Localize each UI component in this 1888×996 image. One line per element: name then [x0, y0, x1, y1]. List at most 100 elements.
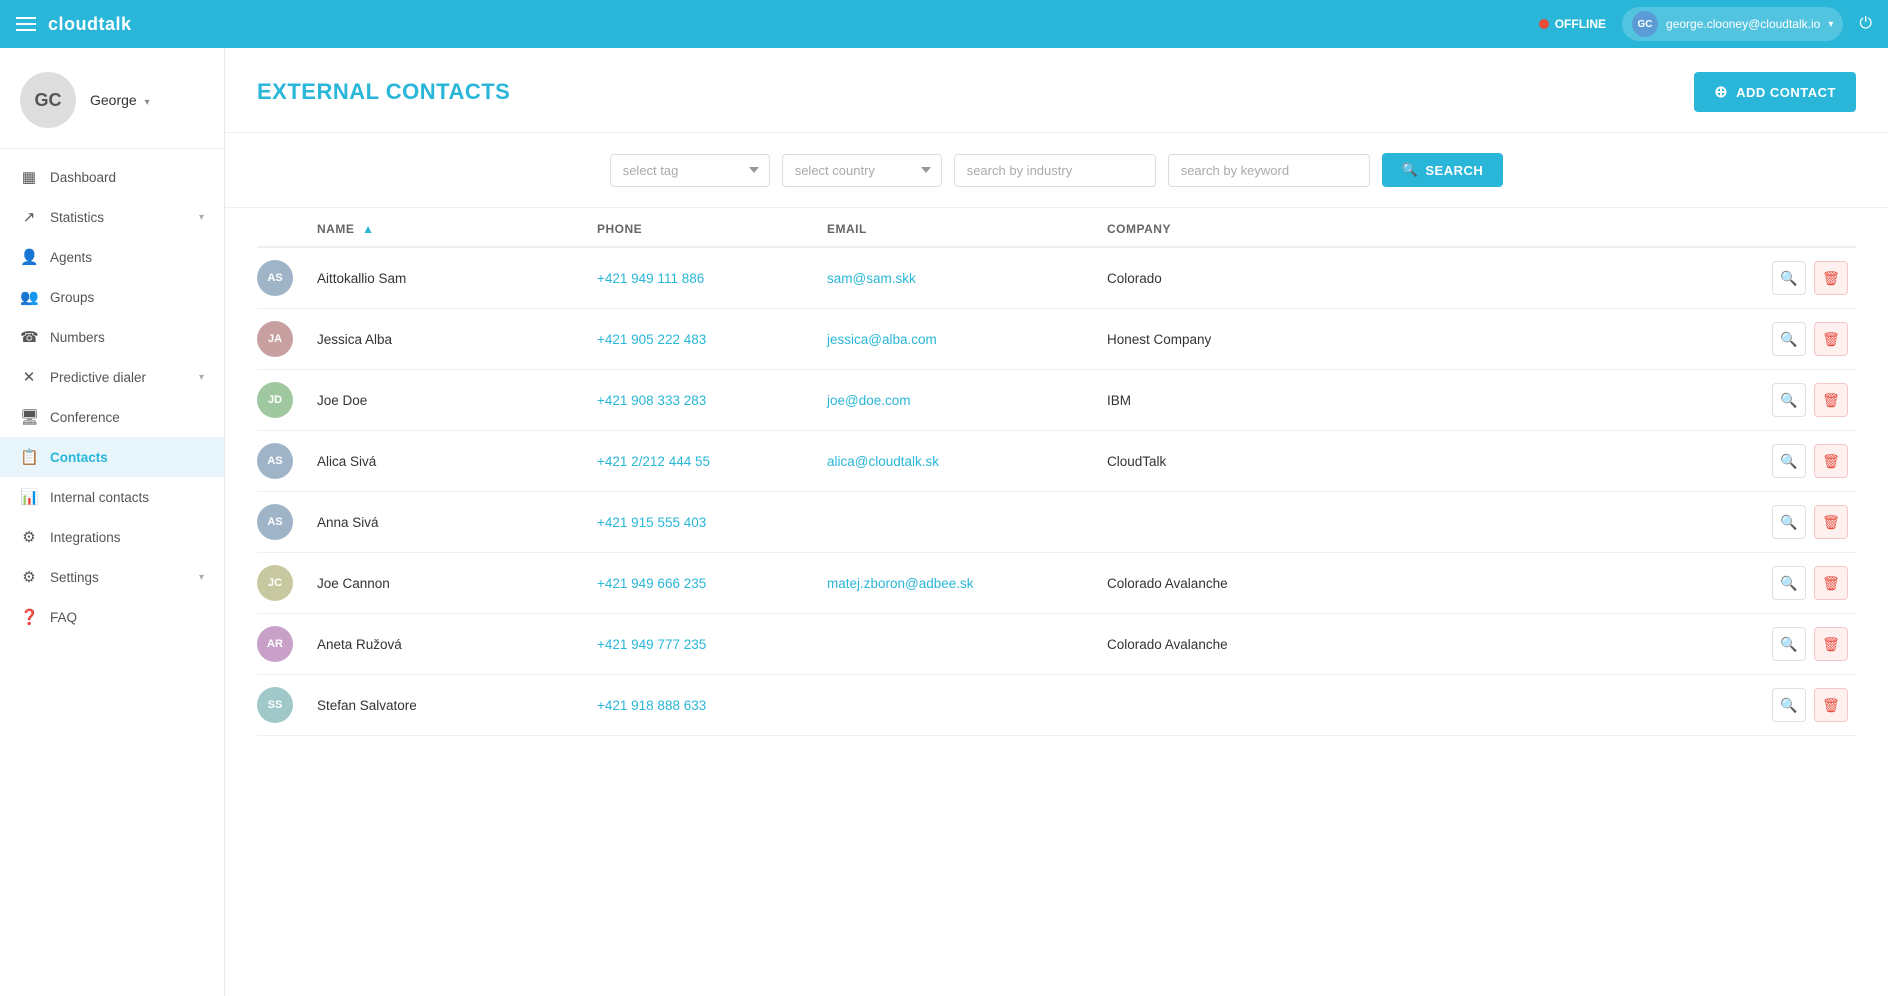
table-row: JA Jessica Alba +421 905 222 483 jessica… — [257, 309, 1856, 370]
contact-name: Joe Doe — [317, 393, 597, 408]
col-actions — [1387, 222, 1856, 236]
contact-phone: +421 905 222 483 — [597, 332, 827, 347]
search-icon: 🔍 — [1780, 331, 1797, 348]
dialer-icon: ✕ — [20, 368, 38, 386]
sidebar-item-label: FAQ — [50, 610, 77, 625]
page-header: EXTERNAL CONTACTS ⊕ ADD CONTACT — [225, 48, 1888, 133]
avatar: JA — [257, 321, 293, 357]
delete-contact-button[interactable]: 🗑 — [1814, 627, 1848, 661]
sidebar-item-faq[interactable]: ❓ FAQ — [0, 597, 224, 637]
trash-icon: 🗑 — [1822, 453, 1840, 470]
view-contact-button[interactable]: 🔍 — [1772, 322, 1806, 356]
delete-contact-button[interactable]: 🗑 — [1814, 505, 1848, 539]
power-icon[interactable]: ⏻ — [1859, 15, 1872, 33]
delete-contact-button[interactable]: 🗑 — [1814, 322, 1848, 356]
view-contact-button[interactable]: 🔍 — [1772, 505, 1806, 539]
table-row: AS Alica Sivá +421 2/212 444 55 alica@cl… — [257, 431, 1856, 492]
chevron-down-icon: ▾ — [199, 572, 204, 583]
sidebar-item-dashboard[interactable]: ▦ Dashboard — [0, 157, 224, 197]
sidebar-item-agents[interactable]: 👤 Agents — [0, 237, 224, 277]
col-avatar — [257, 222, 317, 236]
view-contact-button[interactable]: 🔍 — [1772, 261, 1806, 295]
table-body: AS Aittokallio Sam +421 949 111 886 sam@… — [257, 248, 1856, 736]
sidebar-item-label: Integrations — [50, 530, 121, 545]
plus-icon: ⊕ — [1714, 82, 1728, 102]
row-actions: 🔍 🗑 — [1387, 444, 1856, 478]
chevron-down-icon: ▾ — [145, 97, 150, 108]
search-icon: 🔍 — [1780, 453, 1797, 470]
sidebar-item-numbers[interactable]: ☎ Numbers — [0, 317, 224, 357]
delete-contact-button[interactable]: 🗑 — [1814, 444, 1848, 478]
view-contact-button[interactable]: 🔍 — [1772, 688, 1806, 722]
search-button[interactable]: 🔍 SEARCH — [1382, 153, 1504, 187]
country-select[interactable]: select country — [782, 154, 942, 187]
contact-name: Jessica Alba — [317, 332, 597, 347]
avatar: AS — [257, 504, 293, 540]
trash-icon: 🗑 — [1822, 575, 1840, 592]
sidebar-item-statistics[interactable]: ↗ Statistics ▾ — [0, 197, 224, 237]
sidebar-item-label: Groups — [50, 290, 94, 305]
contact-name: Aittokallio Sam — [317, 271, 597, 286]
main-content: EXTERNAL CONTACTS ⊕ ADD CONTACT select t… — [225, 48, 1888, 996]
row-actions: 🔍 🗑 — [1387, 627, 1856, 661]
avatar: GC — [20, 72, 76, 128]
view-contact-button[interactable]: 🔍 — [1772, 383, 1806, 417]
tag-select[interactable]: select tag — [610, 154, 770, 187]
view-contact-button[interactable]: 🔍 — [1772, 566, 1806, 600]
profile-name[interactable]: George ▾ — [90, 92, 150, 108]
contact-avatar-cell: JA — [257, 321, 317, 357]
table-row: JD Joe Doe +421 908 333 283 joe@doe.com … — [257, 370, 1856, 431]
contact-name: Joe Cannon — [317, 576, 597, 591]
view-contact-button[interactable]: 🔍 — [1772, 627, 1806, 661]
sidebar-item-integrations[interactable]: ⚙ Integrations — [0, 517, 224, 557]
sidebar-item-groups[interactable]: 👥 Groups — [0, 277, 224, 317]
delete-contact-button[interactable]: 🗑 — [1814, 383, 1848, 417]
contacts-table: NAME ▲ PHONE EMAIL COMPANY AS Aittokalli… — [225, 208, 1888, 736]
add-contact-button[interactable]: ⊕ ADD CONTACT — [1694, 72, 1856, 112]
sidebar-item-contacts[interactable]: 📋 Contacts — [0, 437, 224, 477]
search-icon: 🔍 — [1780, 575, 1797, 592]
sidebar-profile: GC George ▾ — [0, 48, 224, 149]
delete-contact-button[interactable]: 🗑 — [1814, 261, 1848, 295]
chevron-down-icon: ▾ — [199, 372, 204, 383]
contact-phone: +421 2/212 444 55 — [597, 454, 827, 469]
col-phone: PHONE — [597, 222, 827, 236]
search-icon: 🔍 — [1780, 636, 1797, 653]
dashboard-icon: ▦ — [20, 168, 38, 186]
sidebar-item-settings[interactable]: ⚙ Settings ▾ — [0, 557, 224, 597]
sidebar-item-label: Conference — [50, 410, 120, 425]
phone-icon: ☎ — [20, 328, 38, 346]
row-actions: 🔍 🗑 — [1387, 383, 1856, 417]
conference-icon: 🖥 — [20, 408, 38, 426]
view-contact-button[interactable]: 🔍 — [1772, 444, 1806, 478]
row-actions: 🔍 🗑 — [1387, 261, 1856, 295]
hamburger-menu[interactable] — [16, 17, 36, 31]
search-icon: 🔍 — [1780, 514, 1797, 531]
sidebar-item-internal-contacts[interactable]: 📊 Internal contacts — [0, 477, 224, 517]
contact-avatar-cell: AS — [257, 260, 317, 296]
trash-icon: 🗑 — [1822, 697, 1840, 714]
avatar: GC — [1632, 11, 1658, 37]
contact-name: Anna Sivá — [317, 515, 597, 530]
sidebar-item-label: Numbers — [50, 330, 105, 345]
trash-icon: 🗑 — [1822, 392, 1840, 409]
chevron-down-icon: ▾ — [1828, 19, 1833, 30]
sidebar-nav: ▦ Dashboard ↗ Statistics ▾ 👤 Agents 👥 Gr… — [0, 149, 224, 645]
table-row: AS Aittokallio Sam +421 949 111 886 sam@… — [257, 248, 1856, 309]
faq-icon: ❓ — [20, 608, 38, 626]
contact-email: joe@doe.com — [827, 393, 1107, 408]
keyword-search-input[interactable] — [1168, 154, 1370, 187]
col-name[interactable]: NAME ▲ — [317, 222, 597, 236]
sidebar-item-conference[interactable]: 🖥 Conference — [0, 397, 224, 437]
user-menu[interactable]: GC george.clooney@cloudtalk.io ▾ — [1622, 7, 1843, 41]
settings-icon: ⚙ — [20, 568, 38, 586]
sidebar-item-label: Dashboard — [50, 170, 116, 185]
avatar: AS — [257, 260, 293, 296]
contact-company: Colorado Avalanche — [1107, 576, 1387, 591]
delete-contact-button[interactable]: 🗑 — [1814, 566, 1848, 600]
sidebar-item-label: Predictive dialer — [50, 370, 146, 385]
avatar: JD — [257, 382, 293, 418]
delete-contact-button[interactable]: 🗑 — [1814, 688, 1848, 722]
industry-search-input[interactable] — [954, 154, 1156, 187]
sidebar-item-predictive-dialer[interactable]: ✕ Predictive dialer ▾ — [0, 357, 224, 397]
